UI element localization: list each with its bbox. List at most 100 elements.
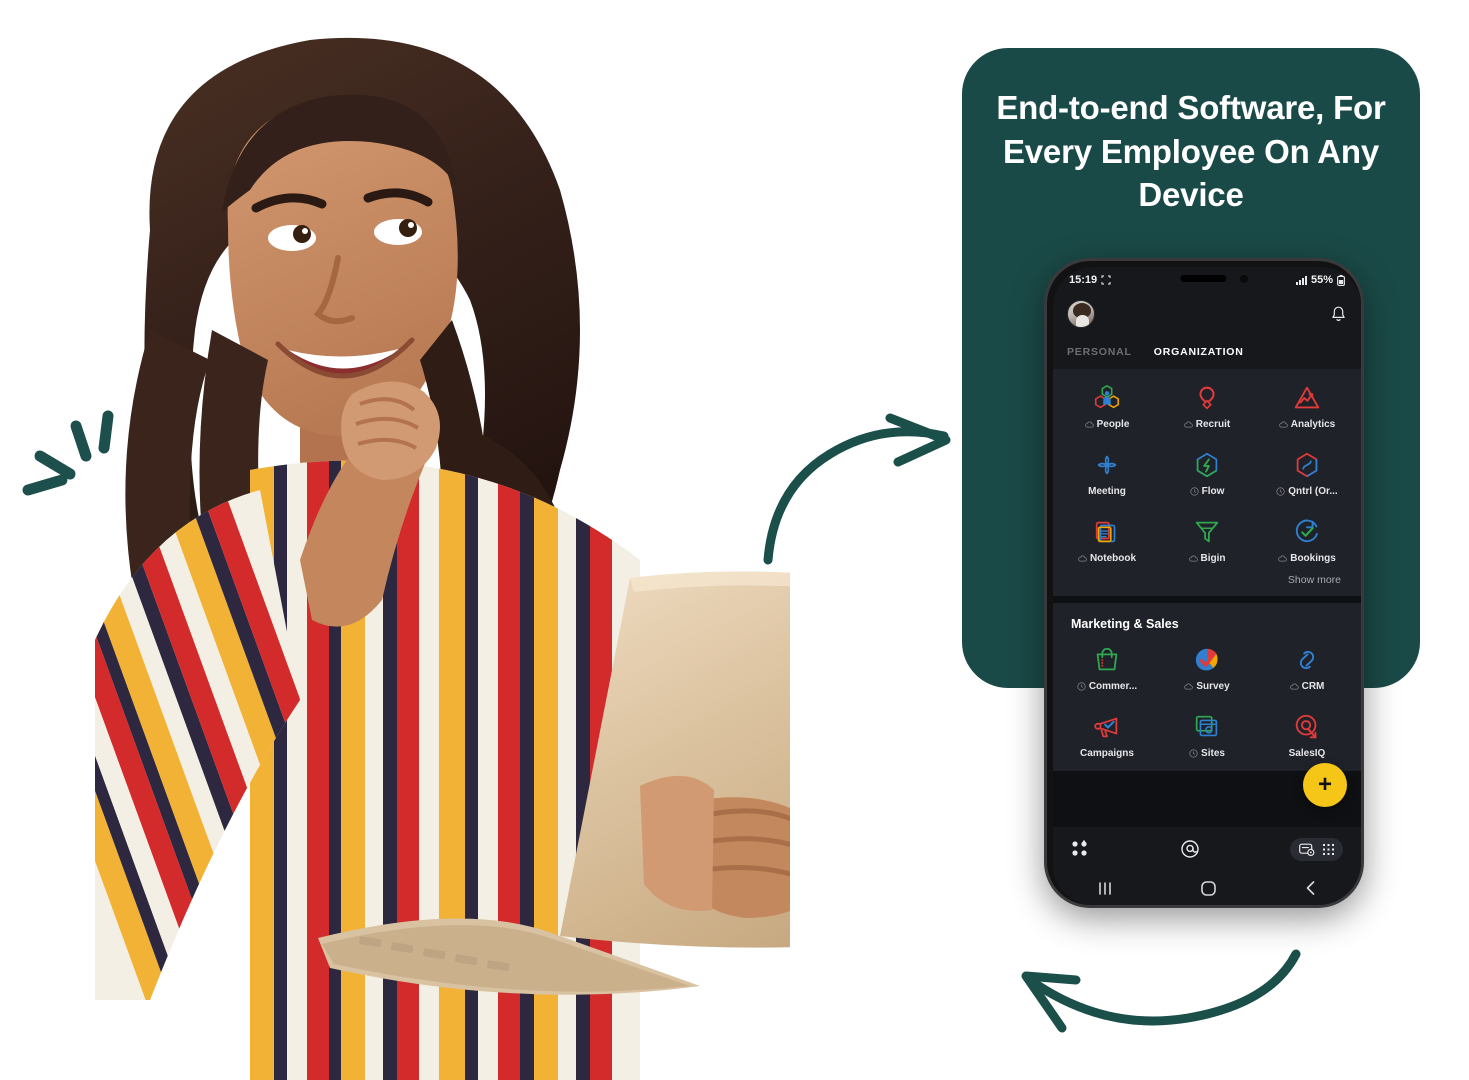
app-name: Analytics [1290,419,1336,430]
app-name: Recruit [1195,419,1231,430]
bottom-navigation [1053,827,1361,871]
app-name: Bookings [1290,553,1336,564]
qntrl-icon [1296,452,1318,478]
back-icon[interactable] [1304,880,1318,896]
app-meeting[interactable]: Meeting [1057,446,1157,501]
app-qntrl[interactable]: Qntrl (Or... [1257,446,1357,501]
notebook-icon [1095,521,1116,543]
app-name: Sites [1201,748,1225,759]
settings-card-icon[interactable] [1299,843,1315,856]
clock-icon [1276,487,1285,496]
meeting-icon [1097,455,1117,475]
app-name: SalesIQ [1288,748,1326,759]
section-apps: People Recruit Analytics Meeting Flow Qn… [1053,369,1361,596]
app-crm[interactable]: CRM [1257,641,1357,696]
cloud-icon [1278,555,1287,562]
app-salesiq[interactable]: SalesIQ [1257,708,1357,763]
home-icon[interactable] [1200,880,1217,897]
promo-banner: End-to-end Software, For Every Employee … [0,0,1469,1080]
tab-personal[interactable]: PERSONAL [1067,346,1132,358]
analytics-icon [1294,386,1320,409]
app-label: Notebook [1078,553,1136,564]
panel-heading: End-to-end Software, For Every Employee … [996,89,1386,214]
app-notebook[interactable]: Notebook [1057,513,1157,568]
woman-with-laptop-photo [95,37,790,1080]
cloud-icon [1278,421,1288,428]
commerce-icon [1096,647,1118,671]
clock-icon [1189,487,1199,496]
cloud-icon [1084,421,1094,428]
salesiq-icon [1295,714,1317,739]
app-label: Campaigns [1080,748,1134,759]
speaker-cutout [1180,275,1227,282]
app-label: People [1084,419,1130,430]
smartphone-mockup: 15:19 55% PERSONAL ORGANIZATION People R… [1044,258,1364,908]
cloud-icon [1184,683,1194,690]
battery-percent: 55% [1310,274,1333,286]
sites-icon [1195,715,1218,737]
app-label: Bookings [1278,553,1336,564]
app-grid: Commer... Survey CRM Campaigns Sites Sal… [1057,641,1357,763]
app-grid: People Recruit Analytics Meeting Flow Qn… [1057,379,1357,568]
crm-icon [1299,650,1315,670]
cloud-icon [1289,683,1299,690]
add-button[interactable]: + [1303,763,1347,807]
app-label: Analytics [1278,419,1336,430]
app-name: People [1096,419,1130,430]
app-people[interactable]: People [1057,379,1157,434]
app-name: Survey [1196,681,1230,692]
search-at-icon[interactable] [1180,839,1200,859]
app-label: Sites [1189,748,1225,759]
app-label: Meeting [1088,486,1126,497]
app-sites[interactable]: Sites [1157,708,1257,763]
app-name: Campaigns [1080,748,1134,759]
app-flow[interactable]: Flow [1157,446,1257,501]
camera-cutout [1240,275,1248,283]
app-analytics[interactable]: Analytics [1257,379,1357,434]
status-bar: 15:19 55% [1053,267,1361,293]
bigin-icon [1195,521,1219,543]
app-label: Flow [1189,486,1224,497]
app-recruit[interactable]: Recruit [1157,379,1257,434]
app-name: Notebook [1089,553,1137,564]
app-label: CRM [1289,681,1325,692]
app-name: CRM [1301,681,1325,692]
app-label: Recruit [1183,419,1231,430]
app-commerce[interactable]: Commer... [1057,641,1157,696]
flow-icon [1196,452,1218,478]
app-survey[interactable]: Survey [1157,641,1257,696]
app-label: SalesIQ [1289,748,1326,759]
app-list[interactable]: People Recruit Analytics Meeting Flow Qn… [1053,369,1361,827]
app-label: Survey [1184,681,1230,692]
curved-arrow-pointing-left-icon [1021,949,1301,1033]
cloud-icon [1183,421,1193,428]
phone-screen: 15:19 55% PERSONAL ORGANIZATION People R… [1053,267,1361,905]
bell-icon[interactable] [1330,305,1347,323]
section-title: Marketing & Sales [1071,617,1179,631]
signal-bars-icon [1295,275,1307,285]
recruit-icon [1199,386,1215,410]
apps-grid-icon[interactable] [1071,840,1089,858]
android-navigation-bar [1053,871,1361,905]
show-more-link[interactable]: Show more [1057,568,1357,588]
user-avatar[interactable] [1067,300,1095,328]
tab-organization[interactable]: ORGANIZATION [1154,346,1244,358]
recents-icon[interactable] [1096,881,1114,896]
app-name: Qntrl (Or... [1288,486,1338,497]
clock-icon [1189,749,1198,758]
app-campaigns[interactable]: Campaigns [1057,708,1157,763]
clock-icon [1077,682,1086,691]
app-bookings[interactable]: Bookings [1257,513,1357,568]
tab-bar: PERSONAL ORGANIZATION [1053,335,1361,369]
app-header [1053,293,1361,335]
power-button[interactable] [1363,393,1364,449]
app-bigin[interactable]: Bigin [1157,513,1257,568]
screenshot-icon [1101,275,1111,285]
grid-dots-icon[interactable] [1323,843,1334,855]
settings-pill[interactable] [1290,837,1343,861]
section-marketing-sales: Marketing & Sales Commer... Survey CRM C… [1053,603,1361,771]
app-name: Meeting [1088,486,1126,497]
app-label: Bigin [1188,553,1226,564]
app-label: Commer... [1077,681,1137,692]
bookings-icon [1295,519,1318,543]
